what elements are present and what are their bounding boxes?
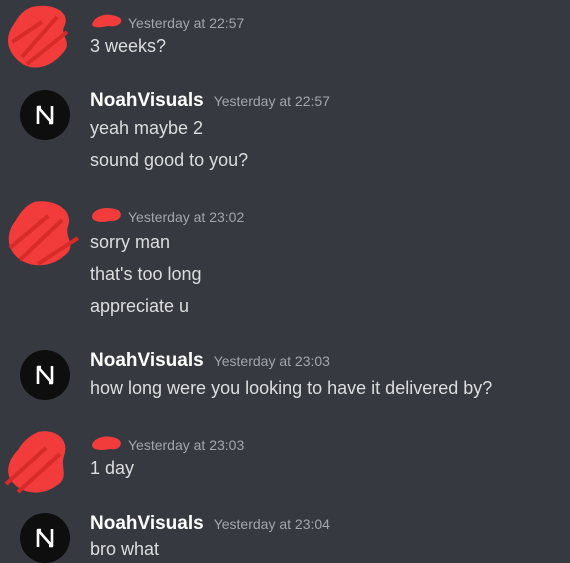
message-text: bro what bbox=[90, 539, 160, 559]
message-text: yeah maybe 2 bbox=[90, 118, 204, 138]
timestamp: Yesterday at 22:57 bbox=[128, 15, 245, 31]
message-text: appreciate u bbox=[90, 296, 190, 316]
redacted-username[interactable] bbox=[90, 206, 124, 224]
logo-n-icon bbox=[36, 365, 54, 385]
message-text: sorry man bbox=[90, 232, 171, 252]
message-text: that's too long bbox=[90, 264, 202, 284]
logo-n-icon bbox=[36, 528, 54, 548]
username[interactable]: NoahVisuals bbox=[90, 513, 204, 535]
redacted-avatar[interactable] bbox=[2, 198, 84, 270]
timestamp: Yesterday at 23:03 bbox=[128, 437, 245, 453]
redacted-username[interactable] bbox=[90, 434, 124, 452]
user-avatar[interactable] bbox=[20, 90, 70, 140]
username[interactable]: NoahVisuals bbox=[90, 90, 204, 112]
timestamp: Yesterday at 23:02 bbox=[128, 209, 245, 225]
username[interactable]: NoahVisuals bbox=[90, 350, 204, 372]
logo-n-icon bbox=[36, 105, 54, 125]
redacted-username[interactable] bbox=[90, 12, 124, 30]
user-avatar[interactable] bbox=[20, 350, 70, 400]
chat-log: Yesterday at 22:57 3 weeks? NoahVisuals … bbox=[0, 0, 570, 563]
message-text: 3 weeks? bbox=[90, 36, 167, 56]
redacted-avatar[interactable] bbox=[2, 426, 84, 498]
message-text: 1 day bbox=[90, 458, 135, 478]
message-text: how long were you looking to have it del… bbox=[90, 378, 493, 398]
timestamp: Yesterday at 22:57 bbox=[213, 93, 330, 109]
message-text: sound good to you? bbox=[90, 150, 249, 170]
redacted-avatar[interactable] bbox=[2, 2, 84, 74]
timestamp: Yesterday at 23:03 bbox=[213, 353, 330, 369]
user-avatar[interactable] bbox=[20, 513, 70, 563]
timestamp: Yesterday at 23:04 bbox=[213, 516, 330, 532]
